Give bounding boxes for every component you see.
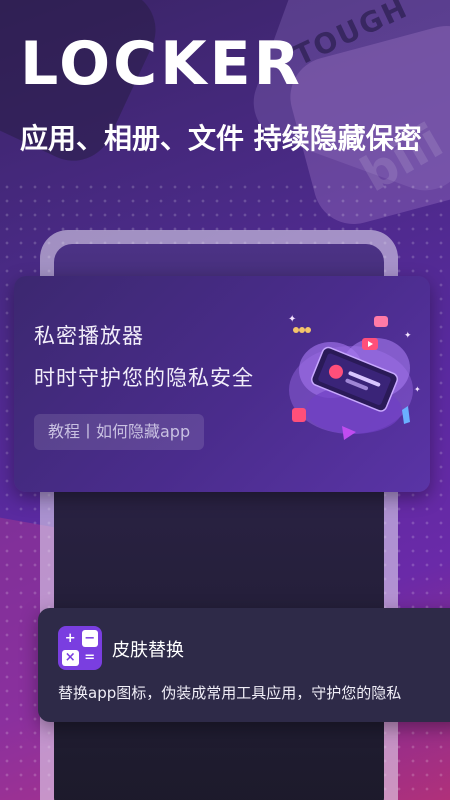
skin-title: 皮肤替换 — [112, 640, 184, 661]
skin-description: 替换app图标，伪装成常用工具应用，守护您的隐私 — [58, 684, 402, 702]
player-title: 私密播放器 — [34, 324, 144, 348]
svg-text:✦: ✦ — [414, 385, 421, 394]
svg-text:✦: ✦ — [288, 314, 296, 325]
tutorial-link-button[interactable]: 教程丨如何隐藏app — [34, 414, 205, 450]
skin-replace-card[interactable]: + − × = 皮肤替换 替换app图标，伪装成常用工具应用，守护您的隐私 — [38, 608, 450, 722]
calc-equals-cell: = — [81, 649, 98, 666]
app-subtitle: 应用、相册、文件 持续隐藏保密 — [20, 122, 422, 155]
calc-minus-cell: − — [81, 630, 98, 647]
private-player-card[interactable]: 私密播放器 时时守护您的隐私安全 教程丨如何隐藏app ✦ ✦ ✦ — [14, 276, 430, 492]
calc-plus-cell: + — [62, 630, 79, 647]
player-description: 时时守护您的隐私安全 — [34, 366, 254, 390]
phone-illustration-icon: ✦ ✦ ✦ — [288, 314, 421, 440]
calculator-icon: + − × = — [58, 626, 102, 670]
hero-header: LOCKER 应用、相册、文件 持续隐藏保密 — [20, 28, 440, 168]
calc-times-cell: × — [62, 649, 79, 666]
svg-text:✦: ✦ — [404, 331, 412, 341]
app-title: LOCKER — [20, 29, 303, 99]
